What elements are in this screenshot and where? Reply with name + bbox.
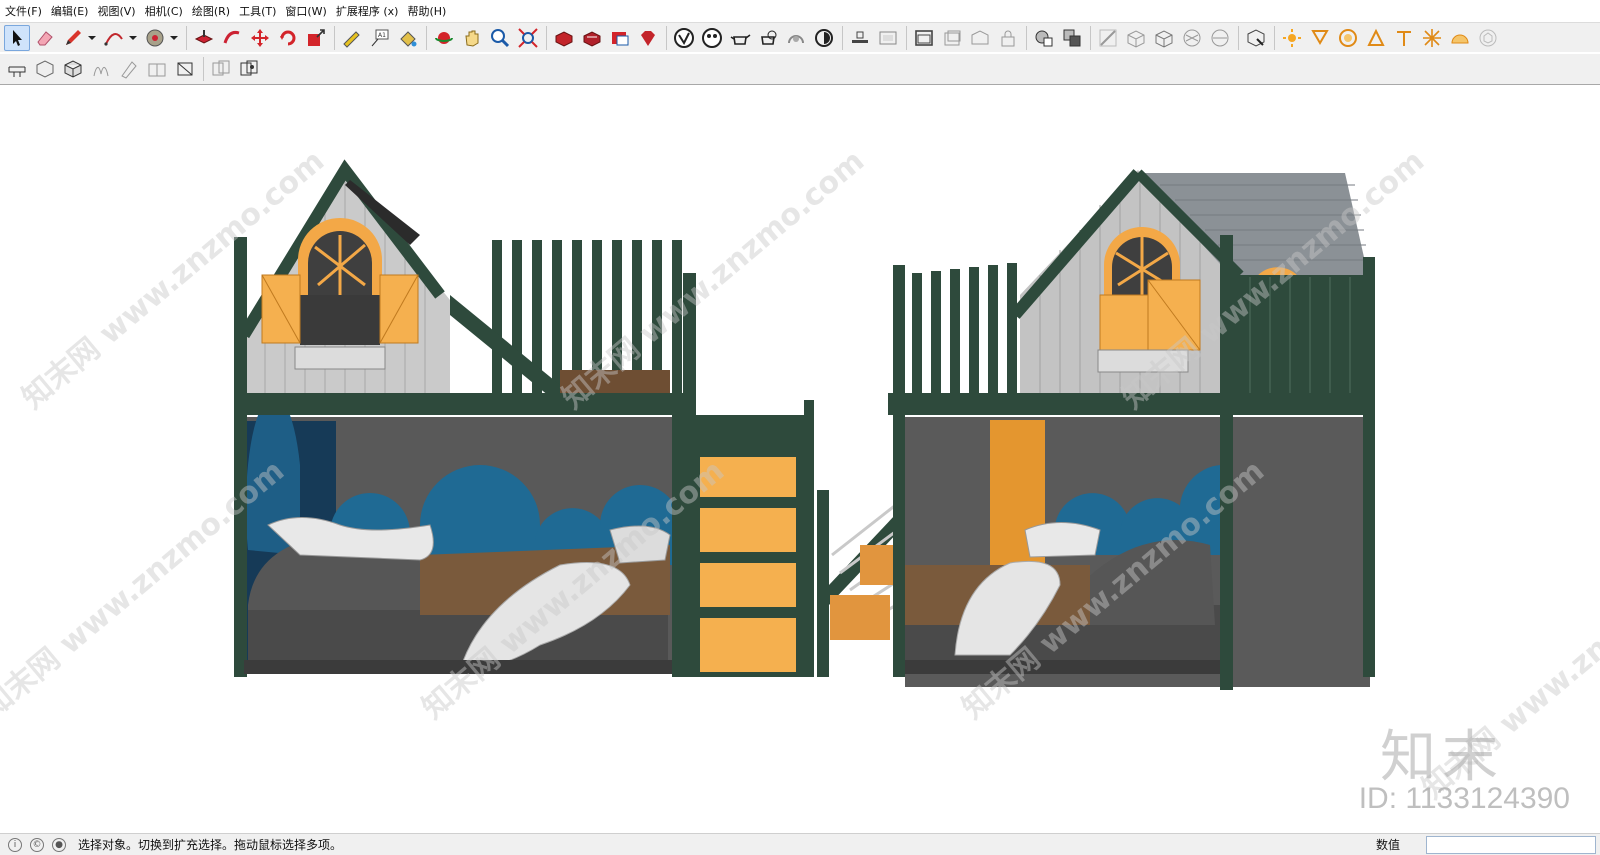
xray-style-icon[interactable]	[32, 56, 58, 82]
move-icon[interactable]	[247, 25, 273, 51]
render-settings-icon[interactable]	[755, 25, 781, 51]
component-icon[interactable]	[1243, 25, 1269, 51]
status-message: 选择对象。切换到扩充选择。拖动鼠标选择多项。	[78, 838, 343, 852]
two-point-icon[interactable]	[967, 25, 993, 51]
pencil-tool-icon[interactable]	[60, 25, 86, 51]
user-icon[interactable]: ●	[52, 837, 66, 852]
dome-light-icon[interactable]	[1447, 25, 1473, 51]
section-display-icon[interactable]	[875, 25, 901, 51]
ruby-console-icon[interactable]	[635, 25, 661, 51]
menu-extensions[interactable]: 扩展程序 (x)	[333, 3, 405, 19]
main-toolbar: A1	[0, 22, 1600, 52]
shaded-style-icon[interactable]	[144, 56, 170, 82]
frame-buffer-icon[interactable]	[811, 25, 837, 51]
orbit-icon[interactable]	[431, 25, 457, 51]
bunk-bed-model	[234, 159, 1375, 690]
left-bunk-bed	[234, 159, 696, 677]
status-bar: i © ● 选择对象。切换到扩充选择。拖动鼠标选择多项。 数值	[0, 833, 1600, 855]
lock-icon[interactable]	[995, 25, 1021, 51]
chevron-down-icon[interactable]	[167, 25, 181, 51]
menu-edit[interactable]: 编辑(E)	[48, 3, 95, 19]
ies-light-icon[interactable]	[1391, 25, 1417, 51]
extension-warehouse-icon[interactable]	[579, 25, 605, 51]
tape-measure-icon[interactable]	[339, 25, 365, 51]
lights-icon[interactable]	[783, 25, 809, 51]
wireframe-style-icon[interactable]	[88, 56, 114, 82]
pan-icon[interactable]	[459, 25, 485, 51]
spotlight-icon[interactable]	[1307, 25, 1333, 51]
rotate-icon[interactable]	[275, 25, 301, 51]
menu-view[interactable]: 视图(V)	[94, 3, 141, 19]
menu-draw[interactable]: 绘图(R)	[189, 3, 236, 19]
arc-tool-icon[interactable]	[101, 25, 127, 51]
back-edges-style-icon[interactable]	[60, 56, 86, 82]
sketchup-window: 文件(F) 编辑(E) 视图(V) 相机(C) 绘图(R) 工具(T) 窗口(W…	[0, 0, 1600, 855]
front-view-icon[interactable]	[1151, 25, 1177, 51]
shapes-tool-icon[interactable]	[142, 25, 168, 51]
credits-icon[interactable]: ©	[30, 837, 44, 852]
menu-window[interactable]: 窗口(W)	[282, 3, 332, 19]
paint-bucket-icon[interactable]	[395, 25, 421, 51]
proxy-icon[interactable]	[1475, 25, 1501, 51]
model-id-label: ID: 1133124390	[1358, 782, 1570, 815]
scale-icon[interactable]	[303, 25, 329, 51]
color-by-layer-icon[interactable]	[236, 56, 262, 82]
menu-camera[interactable]: 相机(C)	[142, 3, 189, 19]
eraser-tool-icon[interactable]	[32, 25, 58, 51]
brand-logo: 知末	[1380, 725, 1504, 790]
text-icon[interactable]: A1	[367, 25, 393, 51]
textured-style-icon[interactable]	[172, 56, 198, 82]
solid-union-icon[interactable]	[1031, 25, 1057, 51]
right-view-icon[interactable]	[1179, 25, 1205, 51]
left-stair-unit	[672, 400, 814, 677]
section-plane-icon[interactable]	[847, 25, 873, 51]
model-viewport[interactable]: 知末网 www.znzmo.com 知末网 www.znzmo.com 知末网 …	[0, 85, 1600, 833]
sun-settings-icon[interactable]	[1279, 25, 1305, 51]
window-display-icon[interactable]	[911, 25, 937, 51]
rect-light-icon[interactable]	[1363, 25, 1389, 51]
right-bunk-bed	[888, 169, 1375, 690]
style-toolbar	[0, 54, 1600, 85]
chevron-down-icon[interactable]	[85, 25, 99, 51]
zoom-extents-icon[interactable]	[515, 25, 541, 51]
menu-help[interactable]: 帮助(H)	[404, 3, 452, 19]
select-tool-icon[interactable]	[4, 24, 30, 51]
hidden-line-style-icon[interactable]	[116, 56, 142, 82]
measurements-label: 数值	[1375, 838, 1400, 852]
zoom-icon[interactable]	[487, 25, 513, 51]
3d-warehouse-icon[interactable]	[551, 25, 577, 51]
chevron-down-icon[interactable]	[126, 25, 140, 51]
iso-view-icon[interactable]	[1095, 25, 1121, 51]
top-view-icon[interactable]	[1123, 25, 1149, 51]
geo-location-icon[interactable]: i	[8, 837, 22, 852]
menu-tools[interactable]: 工具(T)	[236, 3, 282, 19]
menu-bar: 文件(F) 编辑(E) 视图(V) 相机(C) 绘图(R) 工具(T) 窗口(W…	[0, 0, 1600, 22]
follow-me-icon[interactable]	[219, 25, 245, 51]
vray-icon[interactable]	[671, 25, 697, 51]
perspective-icon[interactable]	[939, 25, 965, 51]
solid-subtract-icon[interactable]	[1059, 25, 1085, 51]
material-editor-icon[interactable]	[699, 25, 725, 51]
monochrome-style-icon[interactable]	[208, 56, 234, 82]
teapot-icon[interactable]	[727, 25, 753, 51]
back-view-icon[interactable]	[1207, 25, 1233, 51]
svg-text:A1: A1	[378, 32, 386, 39]
section-plane-tool-icon[interactable]	[4, 56, 30, 82]
omni-light-icon[interactable]	[1419, 25, 1445, 51]
push-pull-icon[interactable]	[191, 25, 217, 51]
sphere-light-icon[interactable]	[1335, 25, 1361, 51]
layout-icon[interactable]	[607, 25, 633, 51]
menu-file[interactable]: 文件(F)	[2, 3, 48, 19]
measurements-input[interactable]	[1426, 835, 1596, 854]
